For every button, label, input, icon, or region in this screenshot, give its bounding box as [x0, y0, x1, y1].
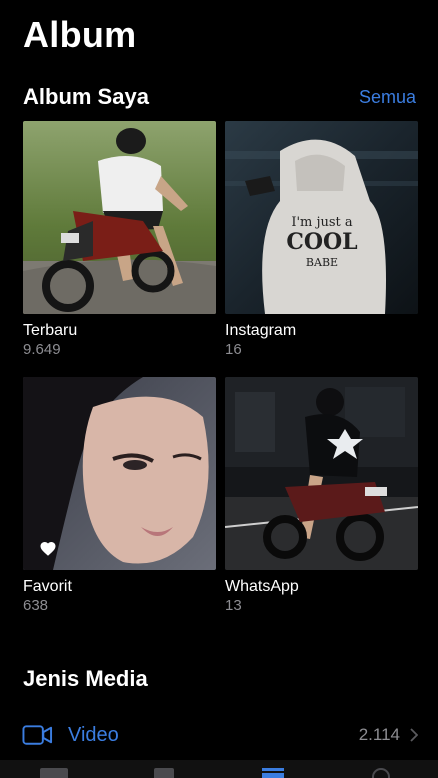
album-name: Terbaru — [23, 322, 78, 339]
album-thumbnail — [23, 121, 216, 314]
album-count: 16 — [225, 341, 242, 358]
favorite-heart-icon — [40, 541, 56, 556]
album-thumbnail — [23, 377, 216, 570]
album-instagram[interactable]: I'm just a COOL BABE Instagram 16 — [225, 121, 418, 358]
album-whatsapp[interactable]: WhatsApp 13 — [225, 377, 418, 614]
media-type-count: 2.114 — [358, 725, 400, 744]
media-type-video-row[interactable]: Video 2.114 — [22, 718, 418, 752]
album-count: 9.649 — [23, 341, 61, 358]
chevron-right-icon — [410, 728, 418, 742]
media-types-title: Jenis Media — [23, 666, 148, 691]
see-all-button[interactable]: Semua — [359, 87, 416, 108]
album-count: 13 — [225, 597, 242, 614]
album-name: Instagram — [225, 322, 297, 339]
album-favorit[interactable]: Favorit 638 — [23, 377, 216, 614]
my-albums-header: Album Saya Semua — [23, 82, 416, 112]
album-count: 638 — [23, 597, 49, 614]
svg-text:BABE: BABE — [306, 256, 338, 269]
tab-for-you-icon[interactable] — [152, 766, 176, 778]
svg-text:I'm just a: I'm just a — [291, 215, 353, 230]
video-icon — [22, 725, 53, 745]
tab-albums-icon[interactable] — [260, 766, 286, 778]
tab-bar — [0, 760, 438, 778]
album-thumbnail — [225, 377, 418, 570]
album-thumbnail: I'm just a COOL BABE — [225, 121, 418, 314]
tab-search-icon[interactable] — [370, 766, 392, 778]
tab-library-icon[interactable] — [38, 766, 70, 778]
album-name: WhatsApp — [225, 578, 299, 595]
page-title: Album — [23, 14, 137, 55]
media-type-label: Video — [68, 723, 119, 746]
svg-text:COOL: COOL — [286, 229, 357, 255]
my-albums-title: Album Saya — [23, 84, 149, 109]
album-terbaru[interactable]: Terbaru 9.649 — [23, 121, 216, 358]
album-name: Favorit — [23, 578, 72, 595]
